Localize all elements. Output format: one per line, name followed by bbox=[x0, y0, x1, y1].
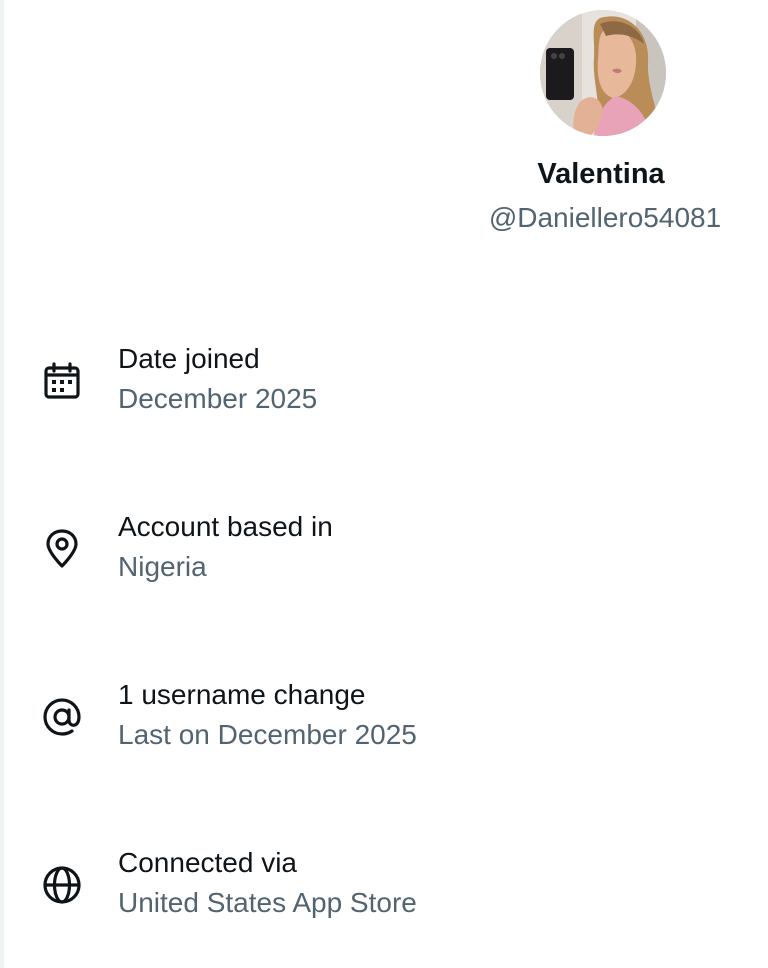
about-row-value: Last on December 2025 bbox=[118, 719, 417, 750]
about-row-label: Date joined bbox=[118, 343, 260, 374]
left-divider bbox=[0, 0, 4, 968]
about-row-connected-via: Connected via United States App Store bbox=[0, 845, 768, 945]
about-row-account-location: Account based in Nigeria bbox=[0, 509, 768, 609]
username-handle: @Daniellero54081 bbox=[488, 202, 722, 233]
about-row-label: Connected via bbox=[118, 847, 298, 878]
about-row-value: December 2025 bbox=[118, 383, 318, 414]
avatar-photo bbox=[540, 10, 666, 136]
location-pin-icon bbox=[40, 527, 84, 571]
about-row-value: United States App Store bbox=[118, 887, 417, 918]
about-row-label: Account based in bbox=[118, 511, 333, 542]
display-name: Valentina bbox=[537, 158, 665, 190]
about-row-username-changes: 1 username change Last on December 2025 bbox=[0, 677, 768, 777]
about-row-value: Nigeria bbox=[118, 551, 207, 582]
about-row-label: 1 username change bbox=[118, 679, 366, 710]
avatar[interactable] bbox=[540, 10, 666, 136]
globe-icon bbox=[40, 863, 84, 907]
at-sign-icon bbox=[40, 695, 84, 739]
profile-header: Valentina @Daniellero54081 bbox=[440, 10, 768, 240]
calendar-icon bbox=[40, 359, 84, 403]
about-row-date-joined: Date joined December 2025 bbox=[0, 341, 768, 441]
